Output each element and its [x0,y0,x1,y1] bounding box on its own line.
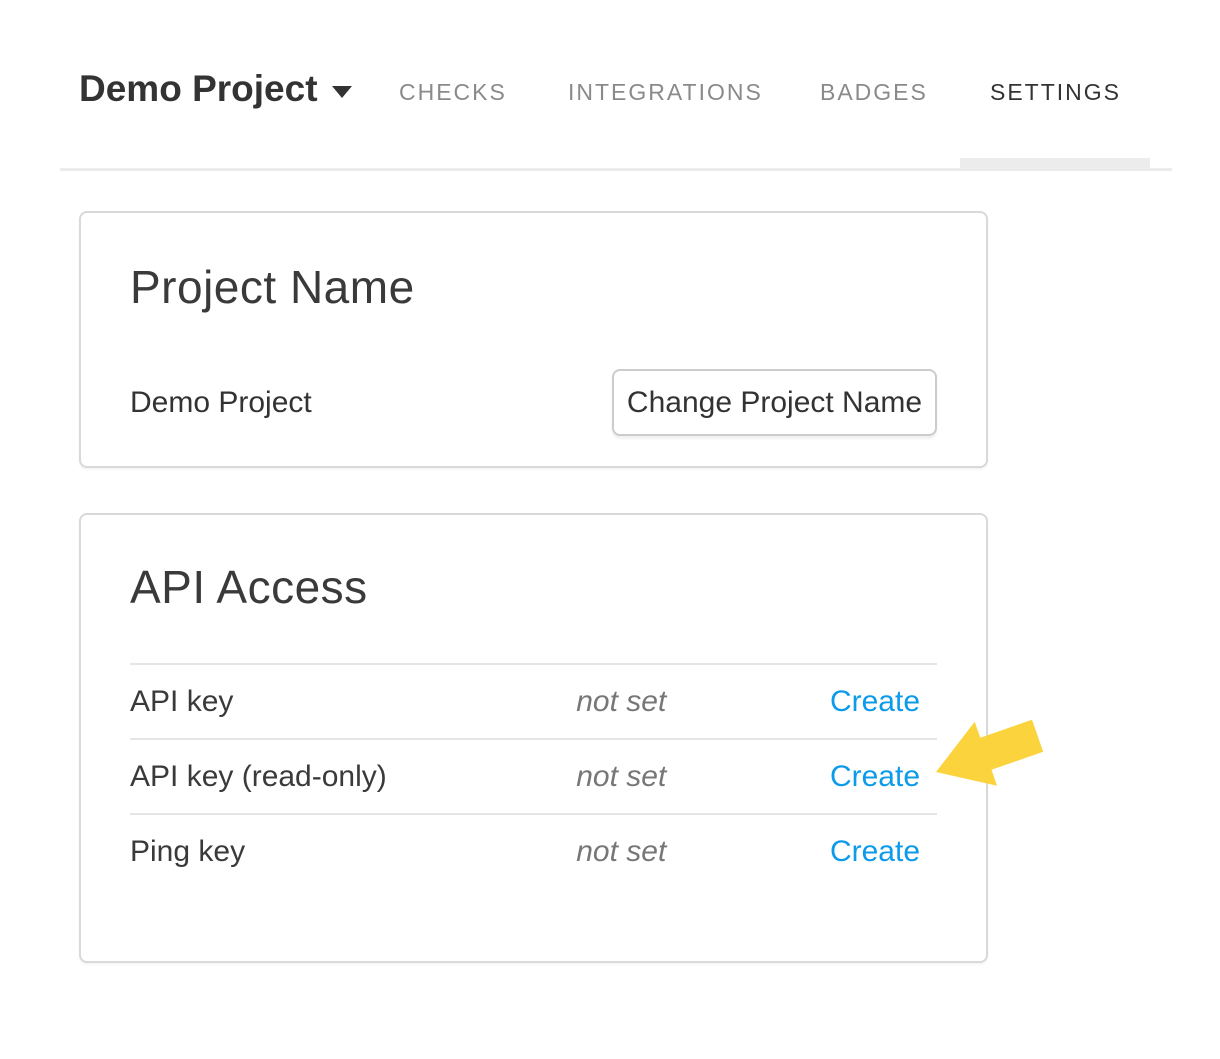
table-row-api-key: API key not set Create [130,663,937,738]
api-key-readonly-value: not set [576,760,830,794]
ping-key-value: not set [576,835,830,869]
table-row-ping-key: Ping key not set Create [130,813,937,888]
tab-settings[interactable]: SETTINGS [990,79,1121,106]
create-api-key-readonly-link[interactable]: Create [830,760,920,793]
current-project-name: Demo Project [130,386,312,420]
ping-key-label: Ping key [130,835,576,869]
nav-divider [60,168,1172,171]
tab-badges[interactable]: BADGES [820,79,928,106]
create-ping-key-link[interactable]: Create [830,835,920,868]
api-keys-table: API key not set Create API key (read-onl… [130,663,937,888]
create-api-key-link[interactable]: Create [830,685,920,718]
change-project-name-button[interactable]: Change Project Name [612,369,937,436]
project-name-card: Project Name Demo Project Change Project… [79,211,988,468]
api-access-card: API Access API key not set Create API ke… [79,513,988,963]
project-switcher-label: Demo Project [79,68,318,110]
table-row-api-key-readonly: API key (read-only) not set Create [130,738,937,813]
api-key-value: not set [576,685,830,719]
api-key-label: API key [130,685,576,719]
project-name-card-title: Project Name [130,260,937,314]
tab-integrations[interactable]: INTEGRATIONS [568,79,763,106]
caret-down-icon [332,86,352,98]
project-switcher[interactable]: Demo Project [79,68,352,110]
tab-checks[interactable]: CHECKS [399,79,507,106]
api-access-card-title: API Access [130,560,937,614]
api-key-readonly-label: API key (read-only) [130,760,576,794]
